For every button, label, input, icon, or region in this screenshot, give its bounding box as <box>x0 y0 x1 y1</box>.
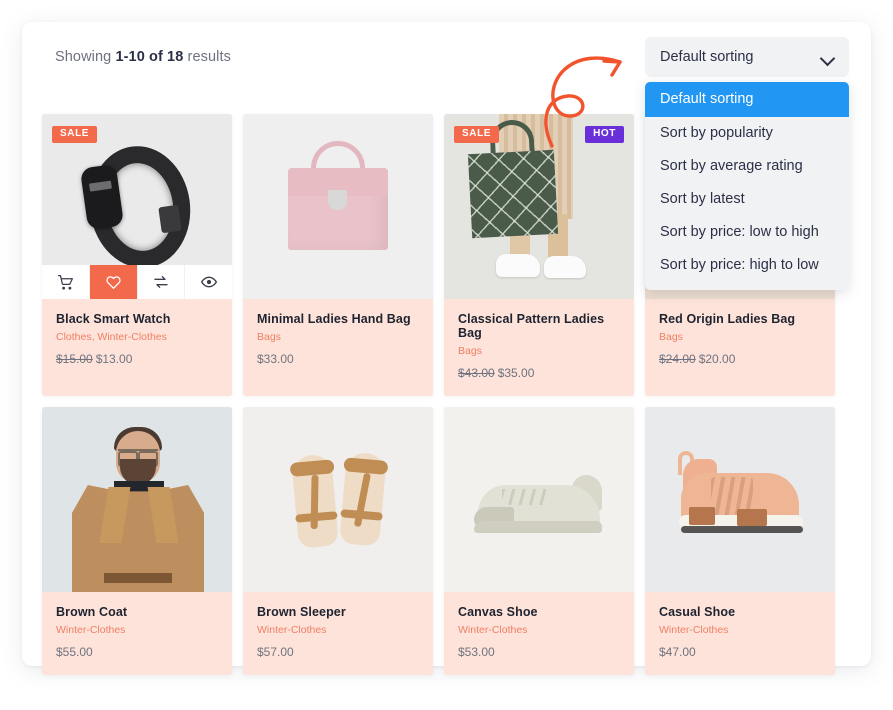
product-price: $24.00 $20.00 <box>659 352 821 366</box>
product-image[interactable] <box>42 407 232 592</box>
product-title[interactable]: Brown Coat <box>56 605 218 619</box>
product-card[interactable]: SALE HOT Classical Pattern Ladies Bag Bags $… <box>444 114 634 396</box>
product-category[interactable]: Bags <box>257 331 419 343</box>
shop-catalog-panel: Showing 1-10 of 18 results Default sorti… <box>22 22 871 675</box>
eye-icon <box>200 274 217 290</box>
product-info: Minimal Ladies Hand Bag Bags $33.00 <box>243 299 433 382</box>
sort-select-button[interactable]: Default sorting <box>645 37 849 77</box>
product-category[interactable]: Winter-Clothes <box>659 624 821 636</box>
product-image[interactable]: SALE <box>42 114 232 299</box>
product-card[interactable]: Casual Shoe Winter-Clothes $47.00 <box>645 407 835 675</box>
product-image[interactable] <box>645 407 835 592</box>
sort-option-0[interactable]: Default sorting <box>645 82 849 117</box>
product-title[interactable]: Casual Shoe <box>659 605 821 619</box>
product-info: Casual Shoe Winter-Clothes $47.00 <box>645 592 835 675</box>
product-price: $33.00 <box>257 352 419 366</box>
product-category[interactable]: Clothes, Winter-Clothes <box>56 331 218 343</box>
product-price: $15.00 $13.00 <box>56 352 218 366</box>
heart-icon <box>106 275 121 290</box>
product-price: $47.00 <box>659 645 821 659</box>
product-title[interactable]: Classical Pattern Ladies Bag <box>458 312 620 340</box>
sort-option-1[interactable]: Sort by popularity <box>645 117 849 150</box>
current-price: $57.00 <box>257 645 294 659</box>
product-image[interactable]: SALE HOT <box>444 114 634 299</box>
product-image[interactable] <box>243 114 433 299</box>
product-info: Red Origin Ladies Bag Bags $24.00 $20.00 <box>645 299 835 382</box>
current-price: $33.00 <box>257 352 294 366</box>
results-suffix: results <box>187 49 231 65</box>
product-card[interactable]: SALE Black Smart Watch Clothes, Winter-Clo… <box>42 114 232 396</box>
sort-option-5[interactable]: Sort by price: high to low <box>645 249 849 282</box>
old-price: $15.00 <box>56 352 93 366</box>
product-category[interactable]: Bags <box>458 345 620 357</box>
product-category[interactable]: Winter-Clothes <box>56 624 218 636</box>
product-info: Black Smart Watch Clothes, Winter-Clothes… <box>42 299 232 382</box>
product-image[interactable] <box>243 407 433 592</box>
quick-view-button[interactable] <box>185 265 232 299</box>
sort-options-list[interactable]: Default sorting Sort by popularity Sort by… <box>645 82 849 290</box>
product-price: $43.00 $35.00 <box>458 366 620 380</box>
current-price: $53.00 <box>458 645 495 659</box>
old-price: $43.00 <box>458 366 495 380</box>
cart-icon <box>57 274 73 290</box>
product-title[interactable]: Red Origin Ladies Bag <box>659 312 821 326</box>
product-info: Brown Coat Winter-Clothes $55.00 <box>42 592 232 675</box>
results-range: 1-10 of 18 <box>115 49 184 65</box>
card-action-bar[interactable] <box>42 265 232 299</box>
product-category[interactable]: Winter-Clothes <box>257 624 419 636</box>
wishlist-button[interactable] <box>89 265 138 299</box>
compare-button[interactable] <box>138 265 186 299</box>
product-category[interactable]: Winter-Clothes <box>458 624 620 636</box>
current-price: $35.00 <box>497 366 535 380</box>
add-to-cart-button[interactable] <box>42 265 90 299</box>
product-title[interactable]: Canvas Shoe <box>458 605 620 619</box>
product-image[interactable] <box>444 407 634 592</box>
sort-selected-value: Default sorting <box>660 49 754 65</box>
sort-option-3[interactable]: Sort by latest <box>645 183 849 216</box>
product-title[interactable]: Black Smart Watch <box>56 312 218 326</box>
sort-dropdown: Default sorting Default sorting Sort by p… <box>645 37 849 290</box>
product-price: $53.00 <box>458 645 620 659</box>
product-info: Canvas Shoe Winter-Clothes $53.00 <box>444 592 634 675</box>
results-count: Showing 1-10 of 18 results <box>55 49 231 65</box>
current-price: $20.00 <box>698 352 736 366</box>
product-card[interactable]: Brown Coat Winter-Clothes $55.00 <box>42 407 232 675</box>
sort-option-4[interactable]: Sort by price: low to high <box>645 216 849 249</box>
sort-option-2[interactable]: Sort by average rating <box>645 150 849 183</box>
old-price: $24.00 <box>659 352 696 366</box>
product-price: $55.00 <box>56 645 218 659</box>
results-prefix: Showing <box>55 49 112 65</box>
product-category[interactable]: Bags <box>659 331 821 343</box>
current-price: $55.00 <box>56 645 93 659</box>
product-price: $57.00 <box>257 645 419 659</box>
product-card[interactable]: Brown Sleeper Winter-Clothes $57.00 <box>243 407 433 675</box>
current-price: $47.00 <box>659 645 696 659</box>
product-title[interactable]: Minimal Ladies Hand Bag <box>257 312 419 326</box>
product-info: Classical Pattern Ladies Bag Bags $43.00 $3… <box>444 299 634 396</box>
compare-icon <box>153 274 169 290</box>
catalog-toolbar: Showing 1-10 of 18 results Default sorti… <box>22 22 871 290</box>
chevron-down-icon <box>821 53 835 62</box>
product-title[interactable]: Brown Sleeper <box>257 605 419 619</box>
product-info: Brown Sleeper Winter-Clothes $57.00 <box>243 592 433 675</box>
product-card[interactable]: Canvas Shoe Winter-Clothes $53.00 <box>444 407 634 675</box>
current-price: $13.00 <box>95 352 133 366</box>
product-card[interactable]: Minimal Ladies Hand Bag Bags $33.00 <box>243 114 433 396</box>
